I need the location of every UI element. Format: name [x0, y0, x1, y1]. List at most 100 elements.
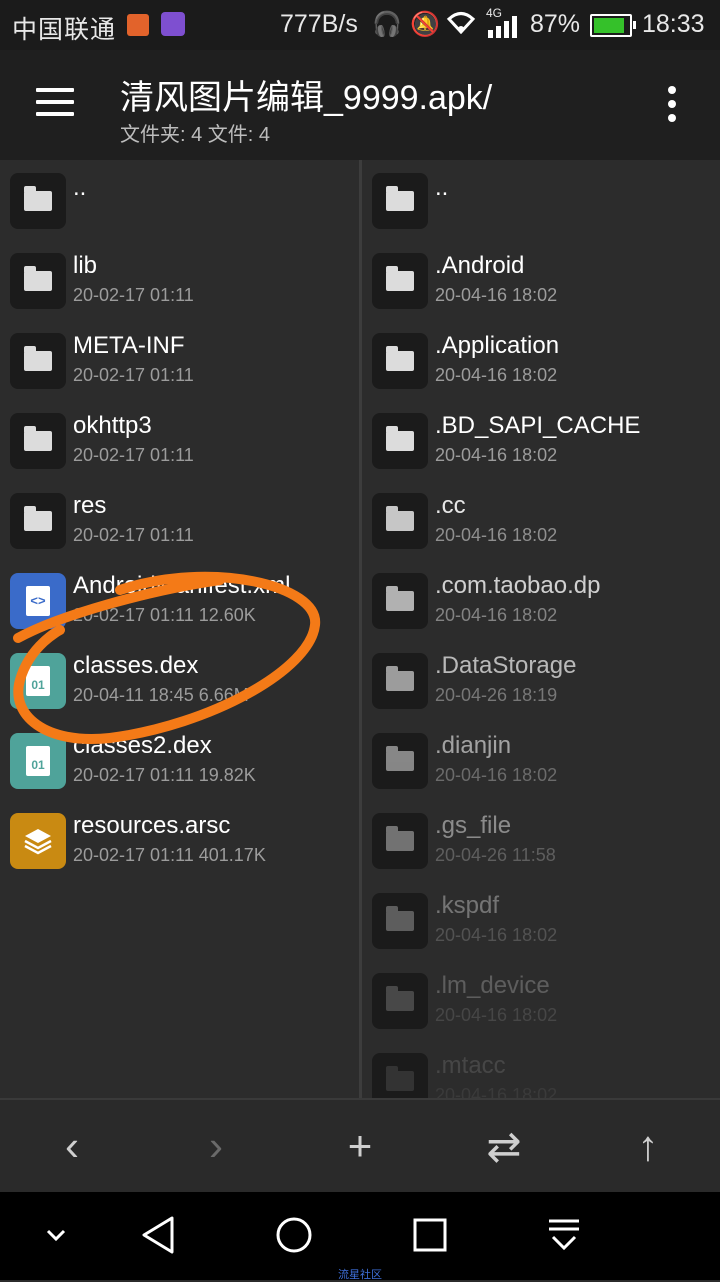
folder-row[interactable]: okhttp3 20-02-17 01:11: [0, 400, 359, 480]
file-row[interactable]: resources.arsc 20-02-17 01:11 401.17K: [0, 800, 359, 880]
file-row[interactable]: 01 classes.dex 20-04-11 18:45 6.66M: [0, 640, 359, 720]
folder-icon: [386, 426, 414, 451]
row-icon: [372, 893, 428, 949]
item-name: .dianjin: [435, 732, 512, 759]
item-name: .BD_SAPI_CACHE: [435, 412, 641, 439]
notification-pulldown-icon[interactable]: [536, 1210, 592, 1260]
recents-nav-icon[interactable]: [402, 1210, 458, 1260]
path-title: 清风图片编辑_9999.apk/: [120, 79, 493, 117]
row-icon: [372, 573, 428, 629]
item-name: .DataStorage: [435, 652, 577, 679]
file-row[interactable]: 01 classes2.dex 20-02-17 01:11 19.82K: [0, 720, 359, 800]
swap-icon[interactable]: ⇄: [474, 1118, 534, 1174]
home-nav-icon[interactable]: [266, 1210, 322, 1260]
folder-icon: [386, 746, 414, 771]
item-name: .kspdf: [435, 892, 500, 919]
row-icon: 01: [10, 653, 66, 709]
folder-row[interactable]: res 20-02-17 01:11: [0, 480, 359, 560]
folder-row[interactable]: .cc 20-04-16 18:02: [362, 480, 720, 560]
folder-icon: [386, 986, 414, 1011]
folder-row[interactable]: lib 20-02-17 01:11: [0, 240, 359, 320]
item-meta: 20-02-17 01:11 19.82K: [73, 765, 256, 785]
carrier-name: 中国联通: [12, 16, 117, 44]
item-meta: 20-04-16 18:02: [435, 445, 558, 465]
forward-chevron-icon[interactable]: ›: [186, 1118, 246, 1174]
item-meta: 20-04-16 18:02: [435, 365, 558, 385]
folder-row[interactable]: META-INF 20-02-17 01:11: [0, 320, 359, 400]
folder-icon: [386, 666, 414, 691]
row-icon: [372, 253, 428, 309]
row-icon: [10, 813, 66, 869]
row-icon: [372, 493, 428, 549]
item-meta: 20-04-16 18:02: [435, 925, 558, 945]
up-arrow-icon[interactable]: ↑: [618, 1118, 678, 1174]
row-icon: [372, 173, 428, 229]
hide-nav-chevron-icon[interactable]: [36, 1210, 76, 1260]
gallery-notification-icon: [161, 12, 185, 36]
item-meta: 20-04-16 18:02: [435, 605, 558, 625]
xml-file-icon: <>: [26, 586, 50, 616]
folder-row[interactable]: .lm_device 20-04-16 18:02: [362, 960, 720, 1040]
folder-icon: [24, 426, 52, 451]
row-icon: [10, 493, 66, 549]
row-icon: [372, 1053, 428, 1098]
folder-row[interactable]: .kspdf 20-04-16 18:02: [362, 880, 720, 960]
item-meta: 20-04-26 11:58: [435, 845, 556, 865]
folder-icon: [386, 266, 414, 291]
item-meta: 20-04-16 18:02: [435, 1005, 558, 1025]
file-row[interactable]: <> AndroidManifest.xml 20-02-17 01:11 12.6…: [0, 560, 359, 640]
item-name: .Application: [435, 332, 560, 359]
folder-row[interactable]: .DataStorage 20-04-26 18:19: [362, 640, 720, 720]
folder-row[interactable]: .Application 20-04-16 18:02: [362, 320, 720, 400]
item-meta: 20-02-17 01:11: [73, 285, 194, 305]
more-options-icon[interactable]: [660, 84, 684, 124]
folder-icon: [386, 346, 414, 371]
headphones-icon: 🎧: [372, 11, 402, 38]
item-name: .Android: [435, 252, 525, 279]
parent-directory-row[interactable]: ..: [0, 160, 359, 240]
item-meta: 20-04-26 18:19: [435, 685, 558, 705]
mute-icon: 🔕: [410, 11, 440, 38]
add-icon[interactable]: +: [330, 1118, 390, 1174]
item-name: .lm_device: [435, 972, 550, 999]
back-nav-icon[interactable]: [130, 1210, 186, 1260]
item-meta: 20-04-16 18:02: [435, 285, 558, 305]
folder-row[interactable]: .BD_SAPI_CACHE 20-04-16 18:02: [362, 400, 720, 480]
row-icon: [10, 173, 66, 229]
folder-row[interactable]: .com.taobao.dp 20-04-16 18:02: [362, 560, 720, 640]
bottom-action-bar: ‹ › + ⇄ ↑: [0, 1098, 720, 1194]
item-meta: 20-02-17 01:11 401.17K: [73, 845, 266, 865]
item-name: .mtacc: [435, 1052, 506, 1079]
folder-row[interactable]: .Android 20-04-16 18:02: [362, 240, 720, 320]
folder-icon: [24, 346, 52, 371]
folder-icon: [24, 186, 52, 211]
row-icon: [10, 333, 66, 389]
folder-icon: [386, 586, 414, 611]
row-icon: [10, 253, 66, 309]
item-name: AndroidManifest.xml: [73, 572, 291, 599]
item-name: ..: [73, 174, 87, 201]
item-meta: 20-02-17 01:11: [73, 445, 194, 465]
back-chevron-icon[interactable]: ‹: [42, 1118, 102, 1174]
item-name: META-INF: [73, 332, 185, 359]
item-name: .gs_file: [435, 812, 512, 839]
folder-row[interactable]: .gs_file 20-04-26 11:58: [362, 800, 720, 880]
row-icon: [372, 413, 428, 469]
folder-row[interactable]: .mtacc 20-04-16 18:02: [362, 1040, 720, 1098]
row-icon: [372, 733, 428, 789]
menu-icon[interactable]: [36, 88, 76, 118]
row-icon: [372, 813, 428, 869]
folder-row[interactable]: .dianjin 20-04-16 18:02: [362, 720, 720, 800]
item-name: resources.arsc: [73, 812, 231, 839]
folder-file-count: 文件夹: 4 文件: 4: [120, 124, 271, 146]
row-icon: <>: [10, 573, 66, 629]
item-name: okhttp3: [73, 412, 152, 439]
item-name: .cc: [435, 492, 466, 519]
app-notification-icon: [127, 14, 149, 36]
folder-icon: [386, 1066, 414, 1091]
parent-directory-row[interactable]: ..: [362, 160, 720, 240]
clock: 18:33: [642, 10, 705, 38]
battery-icon: [590, 14, 636, 37]
folder-icon: [386, 506, 414, 531]
item-name: .com.taobao.dp: [435, 572, 601, 599]
